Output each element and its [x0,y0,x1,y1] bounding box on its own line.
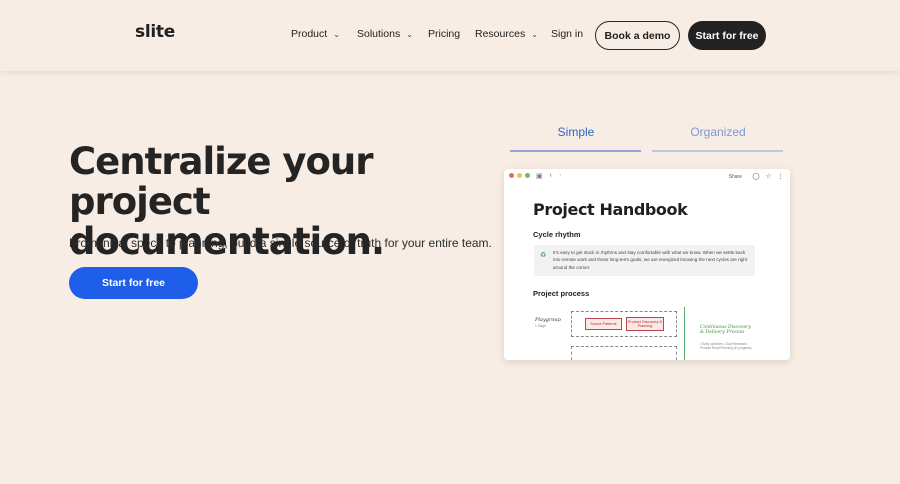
doc-title: Project Handbook [533,200,688,219]
nav-product[interactable]: Product ⌄ [291,28,340,40]
tab-simple[interactable]: Simple [510,125,642,139]
tab-simple-underline [510,150,641,152]
forward-arrow-icon: › [558,172,562,179]
nav-solutions[interactable]: Solutions ⌄ [357,28,413,40]
callout-text: It’s easy to get stuck in rhythms and st… [553,250,748,270]
nav-pricing[interactable]: Pricing [428,28,460,40]
more-options-icon[interactable]: ⋮ [778,172,785,180]
start-free-nav-button[interactable]: Start for free [688,21,766,50]
flow-box-product-discovery: Product Discovery & Planning [626,317,664,331]
nav-pricing-label: Pricing [428,28,461,40]
tab-organized-underline [652,150,783,152]
chevron-down-icon: ⌄ [406,29,413,39]
nav-signin[interactable]: Sign in [551,28,583,40]
preview-actions: ◯ ☆ ⋮ [752,172,784,180]
hero-title-line2: project documentation. [69,180,385,263]
process-diagram: Playgroup 1 Stage Sound Patterns Product… [533,307,790,360]
slite-logo[interactable]: slite [135,22,175,42]
comment-icon[interactable]: ◯ [752,172,759,180]
share-button[interactable]: Share [729,174,742,180]
green-divider [684,307,685,360]
dashed-group-2 [571,346,677,360]
preview-toolbar: ▣ ‹ › [536,172,561,180]
close-dot-icon [509,173,514,178]
star-icon[interactable]: ☆ [766,172,772,180]
maximize-dot-icon [525,173,530,178]
section-cycle-rhythm: Cycle rhythm [533,230,581,239]
tab-organized[interactable]: Organized [652,125,784,139]
nav-resources[interactable]: Resources ⌄ [475,28,538,40]
minimize-dot-icon [517,173,522,178]
section-project-process: Project process [533,289,590,298]
small-notes: • Early sketches • Gap Research • Produc… [700,342,752,350]
nav-solutions-label: Solutions [357,28,401,40]
top-nav-bar: slite Product ⌄ Solutions ⌄ Pricing Reso… [0,0,900,71]
nav-signin-label: Sign in [551,28,584,40]
chevron-down-icon: ⌄ [333,29,340,39]
recycle-icon: ♻ [540,252,547,259]
nav-product-label: Product [291,28,328,40]
sidebar-toggle-icon: ▣ [536,173,543,180]
flow-box-sound-patterns: Sound Patterns [585,318,622,330]
back-arrow-icon: ‹ [549,172,552,179]
hero-subtitle: From initial specs to planning, build a … [69,236,492,250]
flow-label: Playgroup [535,317,561,323]
chevron-down-icon: ⌄ [531,29,538,39]
book-demo-button[interactable]: Book a demo [595,21,680,50]
green-note: Continuous Discovery & Delivery Process [700,325,751,336]
nav-resources-label: Resources [475,28,526,40]
flow-sublabel: 1 Stage [535,324,546,328]
start-free-hero-button[interactable]: Start for free [69,267,198,299]
hero-title-line1: Centralize your [69,140,373,183]
callout-block: ♻ It’s easy to get stuck in rhythms and … [534,245,755,276]
window-controls [509,173,530,178]
doc-preview-window: ▣ ‹ › Share ◯ ☆ ⋮ Project Handbook Cycle… [504,169,790,360]
